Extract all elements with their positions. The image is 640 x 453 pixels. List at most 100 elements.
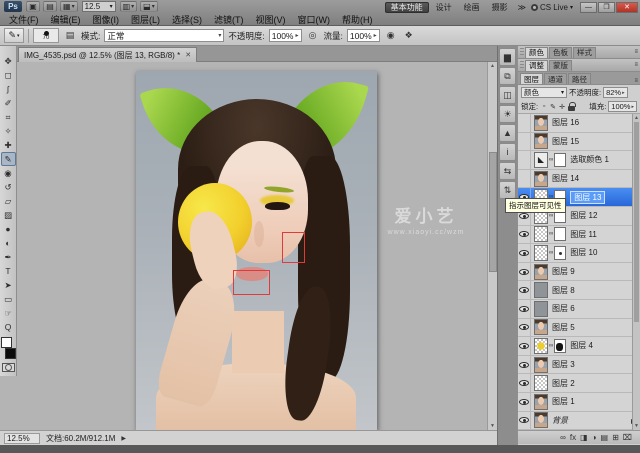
layer-thumbnail[interactable] xyxy=(534,264,548,280)
layer-name[interactable]: 图层 8 xyxy=(552,285,575,296)
document-image[interactable] xyxy=(136,71,377,430)
delete-layer-button[interactable]: ⌧ xyxy=(623,434,632,442)
layer-name[interactable]: 图层 3 xyxy=(552,359,575,370)
hand-tool[interactable]: ☞ xyxy=(1,306,16,320)
spot-healing-brush-tool[interactable]: ✚ xyxy=(1,138,16,152)
panel-menu-icon[interactable]: ≡ xyxy=(634,49,638,55)
layer-row[interactable]: ∞ 图层 14 xyxy=(518,170,640,189)
visibility-toggle[interactable] xyxy=(518,281,531,299)
new-adjustment-layer-button[interactable]: ◑ xyxy=(592,434,597,442)
canvas-vertical-scrollbar[interactable] xyxy=(487,62,497,430)
flow-field[interactable]: 100% xyxy=(347,29,380,42)
visibility-toggle[interactable] xyxy=(518,151,531,169)
layer-name[interactable]: 图层 13 xyxy=(570,191,605,204)
workspace-button[interactable]: 设计 xyxy=(431,2,457,13)
workspace-overflow-icon[interactable]: ≫ xyxy=(516,3,528,12)
document-tab[interactable]: IMG_4535.psd @ 12.5% (图层 13, RGB/8) * ✕ xyxy=(18,47,197,62)
visibility-toggle[interactable] xyxy=(518,300,531,318)
panel-tab[interactable]: 样式 xyxy=(573,47,596,58)
layer-name[interactable]: 图层 4 xyxy=(570,340,593,351)
visibility-toggle[interactable] xyxy=(518,356,531,374)
info-panel-icon[interactable]: i xyxy=(499,143,516,161)
layer-name[interactable]: 图层 11 xyxy=(570,229,597,240)
panel-tab[interactable]: 图层 xyxy=(520,73,543,84)
tablet-size-icon[interactable]: ❖ xyxy=(402,29,416,42)
panel-tab[interactable]: 通道 xyxy=(544,73,567,84)
layer-name[interactable]: 图层 6 xyxy=(552,303,575,314)
pen-tool[interactable]: ✒ xyxy=(1,250,16,264)
layer-thumbnail[interactable] xyxy=(534,152,548,168)
visibility-toggle[interactable] xyxy=(518,412,531,430)
visibility-toggle[interactable] xyxy=(518,337,531,355)
layer-name[interactable]: 图层 9 xyxy=(552,266,575,277)
clone-source-panel-icon[interactable]: ◫ xyxy=(499,86,516,104)
layers-scrollbar[interactable] xyxy=(632,114,640,430)
layer-row[interactable]: ∞ 图层 15 xyxy=(518,133,640,152)
rectangular-marquee-tool[interactable]: ◻ xyxy=(1,68,16,82)
eyedropper-tool[interactable]: ✧ xyxy=(1,124,16,138)
quick-selection-tool[interactable]: ✐ xyxy=(1,96,16,110)
mask-thumbnail[interactable] xyxy=(554,153,566,167)
layer-row[interactable]: ∞ 图层 2 xyxy=(518,374,640,393)
layer-row[interactable]: ∞ 图层 9 xyxy=(518,263,640,282)
close-button[interactable]: ✕ xyxy=(616,2,638,13)
layer-thumbnail[interactable] xyxy=(534,375,548,391)
panel-tab[interactable]: 蒙版 xyxy=(549,60,572,71)
menu-item[interactable]: 图层(L) xyxy=(126,13,165,26)
menu-item[interactable]: 图像(I) xyxy=(88,13,125,26)
background-color-swatch[interactable] xyxy=(5,348,16,359)
foreground-color-swatch[interactable] xyxy=(1,337,12,348)
adjustments-panel-icon[interactable]: ☀ xyxy=(499,105,516,123)
panel-tab[interactable]: 颜色 xyxy=(525,47,548,58)
workspace-button[interactable]: 绘画 xyxy=(459,2,485,13)
layer-thumbnail[interactable] xyxy=(534,282,548,298)
airbrush-icon[interactable]: ◉ xyxy=(384,29,398,42)
new-group-button[interactable]: ▤ xyxy=(601,434,609,442)
cs-live-button[interactable]: CS Live xyxy=(531,3,573,12)
add-layer-mask-button[interactable]: ◨ xyxy=(580,434,588,442)
layer-row[interactable]: ∞ 图层 11 xyxy=(518,226,640,245)
canvas-area[interactable]: 爱小艺 www.xiaoyi.cc/wzm xyxy=(17,62,497,430)
layer-row[interactable]: ∞ 图层 10 xyxy=(518,244,640,263)
layer-thumbnail[interactable] xyxy=(534,412,548,428)
layer-thumbnail[interactable] xyxy=(534,133,548,149)
blur-tool[interactable]: ● xyxy=(1,222,16,236)
history-brush-tool[interactable]: ↺ xyxy=(1,180,16,194)
layer-thumbnail[interactable] xyxy=(534,301,548,317)
new-layer-button[interactable]: ⊞ xyxy=(612,434,619,442)
menu-item[interactable]: 窗口(W) xyxy=(293,13,336,26)
lasso-tool[interactable]: ʃ xyxy=(1,82,16,96)
screen-mode-icon[interactable]: ⬓ xyxy=(140,1,158,12)
visibility-toggle[interactable] xyxy=(518,226,531,244)
menu-item[interactable]: 滤镜(T) xyxy=(209,13,249,26)
dodge-tool[interactable]: ◐ xyxy=(1,236,16,250)
zoom-level-dropdown[interactable]: 12.5 xyxy=(82,1,116,12)
crop-tool[interactable]: ⌗ xyxy=(1,110,16,124)
view-extras-icon[interactable]: ▦ xyxy=(60,1,78,12)
toggle-brush-panel-icon[interactable]: ▤ xyxy=(63,29,77,42)
layer-opacity-field[interactable]: 82% xyxy=(603,87,628,98)
menu-item[interactable]: 选择(S) xyxy=(167,13,207,26)
rectangle-tool[interactable]: ▭ xyxy=(1,292,16,306)
layer-thumbnail[interactable] xyxy=(534,338,548,354)
layer-name[interactable]: 图层 2 xyxy=(552,378,575,389)
visibility-toggle[interactable] xyxy=(518,374,531,392)
eraser-tool[interactable]: ▱ xyxy=(1,194,16,208)
menu-item[interactable]: 编辑(E) xyxy=(46,13,86,26)
brush-preset-picker[interactable]: 70 xyxy=(33,28,59,43)
layer-row[interactable]: ∞ 图层 4 xyxy=(518,337,640,356)
panel-menu-icon[interactable]: ≡ xyxy=(634,62,638,68)
workspace-button[interactable]: 基本功能 xyxy=(385,2,429,13)
panel-tab[interactable]: 调整 xyxy=(525,60,548,71)
zoom-tool[interactable]: Q xyxy=(1,320,16,334)
type-tool[interactable]: T xyxy=(1,264,16,278)
lock-pixels-icon[interactable]: ✎ xyxy=(549,103,557,111)
panel-tab[interactable]: 色板 xyxy=(549,47,572,58)
navigator-panel-icon[interactable]: ⧉ xyxy=(499,67,516,85)
layer-name[interactable]: 图层 5 xyxy=(552,322,575,333)
layer-thumbnail[interactable] xyxy=(534,171,548,187)
workspace-button[interactable]: 摄影 xyxy=(487,2,513,13)
layer-row[interactable]: ∞ 图层 1 xyxy=(518,393,640,412)
mask-thumbnail[interactable] xyxy=(554,227,566,241)
scrollbar-thumb[interactable] xyxy=(489,152,497,272)
